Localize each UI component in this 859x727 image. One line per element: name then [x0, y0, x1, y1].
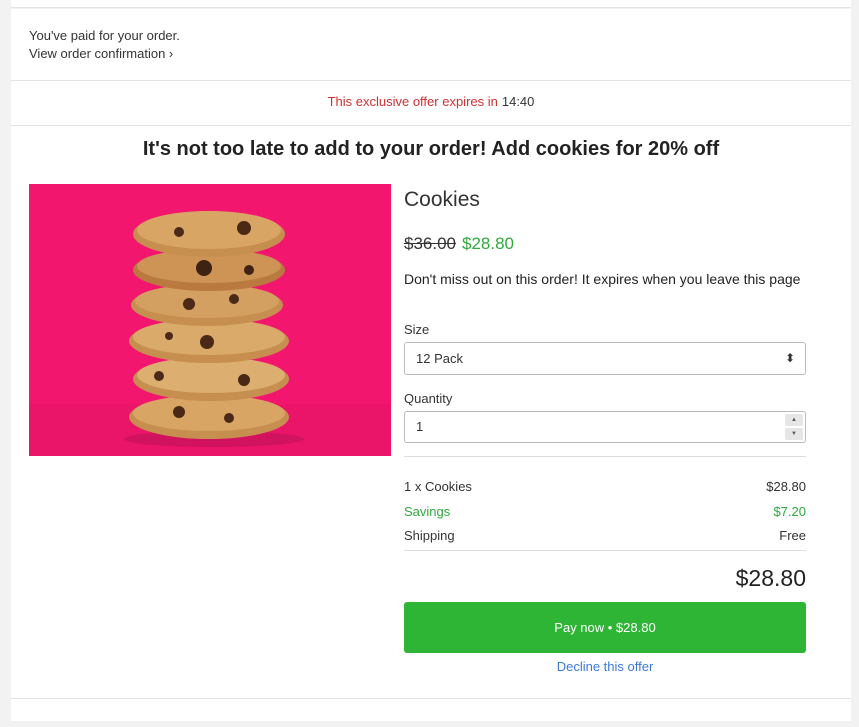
offer-timer: This exclusive offer expires in 14:40 [11, 94, 851, 110]
product-title: Cookies [404, 188, 480, 211]
quantity-stepper[interactable]: ▲ ▼ [785, 414, 803, 440]
pay-now-button[interactable]: Pay now • $28.80 [404, 602, 806, 653]
paid-text: You've paid for your order. [29, 28, 180, 43]
savings-row: Savings $7.20 [404, 504, 806, 520]
view-confirmation-link[interactable]: View order confirmation › [29, 46, 180, 62]
divider [11, 125, 851, 126]
sale-price: $28.80 [462, 234, 514, 253]
savings-label: Savings [404, 504, 451, 519]
offer-headline: It's not too late to add to your order! … [142, 138, 720, 160]
divider [404, 456, 806, 457]
original-price: $36.00 [404, 234, 456, 253]
size-value: 12 Pack [416, 351, 463, 366]
quantity-label: Quantity [404, 391, 453, 406]
product-image [29, 184, 391, 456]
savings-value: $7.20 [773, 504, 806, 519]
stepper-down-icon[interactable]: ▼ [785, 428, 803, 440]
payment-confirmation: You've paid for your order. View order c… [29, 28, 180, 62]
top-strip [11, 0, 851, 8]
upsell-card: You've paid for your order. View order c… [11, 9, 851, 721]
stepper-up-icon[interactable]: ▲ [785, 414, 803, 426]
divider [11, 80, 851, 81]
price-row: $36.00 $28.80 [404, 233, 514, 255]
quantity-value: 1 [416, 419, 424, 434]
shipping-label: Shipping [404, 528, 455, 543]
timer-value: 14:40 [501, 94, 535, 109]
line-item-row: 1 x Cookies $28.80 [404, 479, 806, 495]
select-arrows-icon: ⬍ [784, 351, 795, 365]
line-item-value: $28.80 [766, 479, 806, 494]
timer-label: This exclusive offer expires in [327, 94, 498, 109]
offer-description: Don't miss out on this order! It expires… [404, 271, 801, 287]
shipping-value: Free [779, 528, 806, 543]
line-item-label: 1 x Cookies [404, 479, 472, 494]
cookie-stack-image [29, 184, 391, 456]
quantity-input[interactable]: 1 ▲ ▼ [404, 411, 806, 443]
divider [11, 698, 851, 699]
size-select[interactable]: 12 Pack ⬍ [404, 342, 806, 375]
size-label: Size [404, 322, 430, 337]
decline-offer-link[interactable]: Decline this offer [404, 659, 806, 675]
total-price: $28.80 [735, 565, 806, 591]
shipping-row: Shipping Free [404, 528, 806, 544]
divider [404, 550, 806, 551]
